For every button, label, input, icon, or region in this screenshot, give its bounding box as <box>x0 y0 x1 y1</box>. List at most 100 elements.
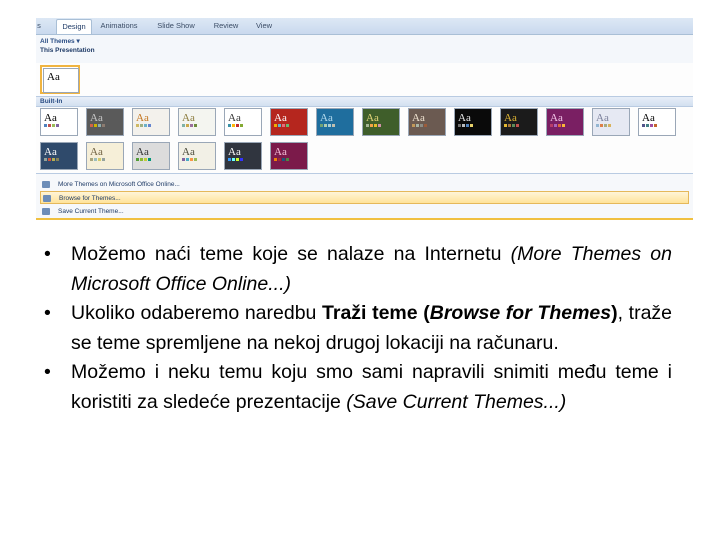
save-icon <box>42 208 50 215</box>
color-swatch <box>420 124 423 127</box>
color-swatch <box>140 158 143 161</box>
theme-thumbnail[interactable]: Aa <box>178 142 216 170</box>
selection-strip <box>36 218 693 220</box>
color-swatch <box>98 158 101 161</box>
tab-review[interactable]: Review <box>208 19 244 33</box>
color-swatch <box>182 124 185 127</box>
theme-color-swatches <box>458 114 474 132</box>
color-swatch <box>646 124 649 127</box>
color-swatch <box>190 124 193 127</box>
theme-thumbnail[interactable]: Aa <box>178 108 216 136</box>
color-swatch <box>282 158 285 161</box>
color-swatch <box>194 124 197 127</box>
color-swatch <box>282 124 285 127</box>
color-swatch <box>462 124 465 127</box>
menu-item-more-themes-on-microsoft-office-online[interactable]: More Themes on Microsoft Office Online..… <box>40 178 689 191</box>
bullet-marker: • <box>44 361 51 383</box>
theme-thumbnail[interactable]: Aa <box>224 142 262 170</box>
theme-thumbnail[interactable]: Aa <box>86 142 124 170</box>
menu-item-label: Save Current Theme... <box>58 208 124 215</box>
globe-icon <box>42 181 50 188</box>
color-swatch <box>374 124 377 127</box>
color-swatch <box>140 124 143 127</box>
theme-color-swatches <box>274 148 290 166</box>
color-swatch <box>466 124 469 127</box>
theme-thumbnail[interactable]: Aa <box>224 108 262 136</box>
theme-color-swatches <box>182 114 198 132</box>
ribbon-tab-bar: s Design Animations Slide Show Review View <box>36 18 693 35</box>
theme-thumbnail[interactable]: Aa <box>40 142 78 170</box>
color-swatch <box>144 124 147 127</box>
theme-thumbnail[interactable]: Aa <box>454 108 492 136</box>
tab-animations[interactable]: Animations <box>94 19 144 33</box>
color-swatch <box>136 158 139 161</box>
theme-thumbnail[interactable]: Aa <box>270 108 308 136</box>
theme-thumbnail[interactable]: Aa <box>592 108 630 136</box>
color-swatch <box>186 124 189 127</box>
color-swatch <box>604 124 607 127</box>
color-swatch <box>236 158 239 161</box>
theme-color-swatches <box>504 114 520 132</box>
theme-thumbnail[interactable]: Aa <box>408 108 446 136</box>
theme-thumbnail[interactable]: Aa <box>362 108 400 136</box>
color-swatch <box>320 124 323 127</box>
tab-design[interactable]: Design <box>56 19 92 34</box>
theme-color-swatches <box>366 114 382 132</box>
color-swatch <box>102 158 105 161</box>
color-swatch <box>562 124 565 127</box>
color-swatch <box>642 124 645 127</box>
color-swatch <box>144 158 147 161</box>
theme-thumbnail[interactable]: Aa <box>546 108 584 136</box>
color-swatch <box>90 158 93 161</box>
color-swatch <box>228 124 231 127</box>
color-swatch <box>90 124 93 127</box>
bullet-marker: • <box>44 302 51 324</box>
theme-thumbnail[interactable]: Aa <box>270 142 308 170</box>
color-swatch <box>654 124 657 127</box>
theme-color-swatches <box>228 148 244 166</box>
color-swatch <box>278 124 281 127</box>
theme-thumbnail[interactable]: Aa <box>316 108 354 136</box>
theme-thumbnail[interactable]: Aa <box>500 108 538 136</box>
theme-color-swatches <box>182 148 198 166</box>
color-swatch <box>148 158 151 161</box>
themes-menu: More Themes on Microsoft Office Online..… <box>36 173 693 220</box>
theme-thumbnail[interactable]: Aa <box>132 142 170 170</box>
tab-s[interactable]: s <box>36 19 44 33</box>
color-swatch <box>182 158 185 161</box>
menu-item-browse-for-themes[interactable]: Browse for Themes... <box>40 191 689 204</box>
color-swatch <box>94 158 97 161</box>
theme-color-swatches <box>136 148 152 166</box>
menu-item-save-current-theme[interactable]: Save Current Theme... <box>40 205 689 218</box>
theme-color-swatches <box>642 114 658 132</box>
color-swatch <box>596 124 599 127</box>
theme-color-swatches <box>44 114 60 132</box>
folder-open-icon <box>43 195 51 202</box>
theme-thumbnail[interactable]: Aa <box>132 108 170 136</box>
color-swatch <box>136 124 139 127</box>
tab-slide-show[interactable]: Slide Show <box>154 19 198 33</box>
theme-thumbnail[interactable]: Aa <box>40 108 78 136</box>
color-swatch <box>424 124 427 127</box>
color-swatch <box>550 124 553 127</box>
color-swatch <box>600 124 603 127</box>
built-in-section-bar: Built-In <box>36 96 693 107</box>
current-theme-thumbnail[interactable]: Aa <box>40 65 80 94</box>
color-swatch <box>52 158 55 161</box>
color-swatch <box>324 124 327 127</box>
theme-color-swatches <box>90 148 106 166</box>
color-swatch <box>504 124 507 127</box>
color-swatch <box>286 124 289 127</box>
bullet-text: Možemo naći teme koje se nalaze na Inter… <box>71 243 511 265</box>
tab-view[interactable]: View <box>251 19 277 33</box>
theme-thumbnail[interactable]: Aa <box>638 108 676 136</box>
theme-color-swatches <box>274 114 290 132</box>
all-themes-dropdown[interactable]: All Themes ▾ <box>40 37 80 45</box>
color-swatch <box>370 124 373 127</box>
color-swatch <box>194 158 197 161</box>
theme-thumbnail[interactable]: Aa <box>86 108 124 136</box>
theme-color-swatches <box>596 114 612 132</box>
bullet-marker: • <box>44 243 51 265</box>
gallery-header: All Themes ▾ This Presentation <box>36 35 693 63</box>
color-swatch <box>458 124 461 127</box>
